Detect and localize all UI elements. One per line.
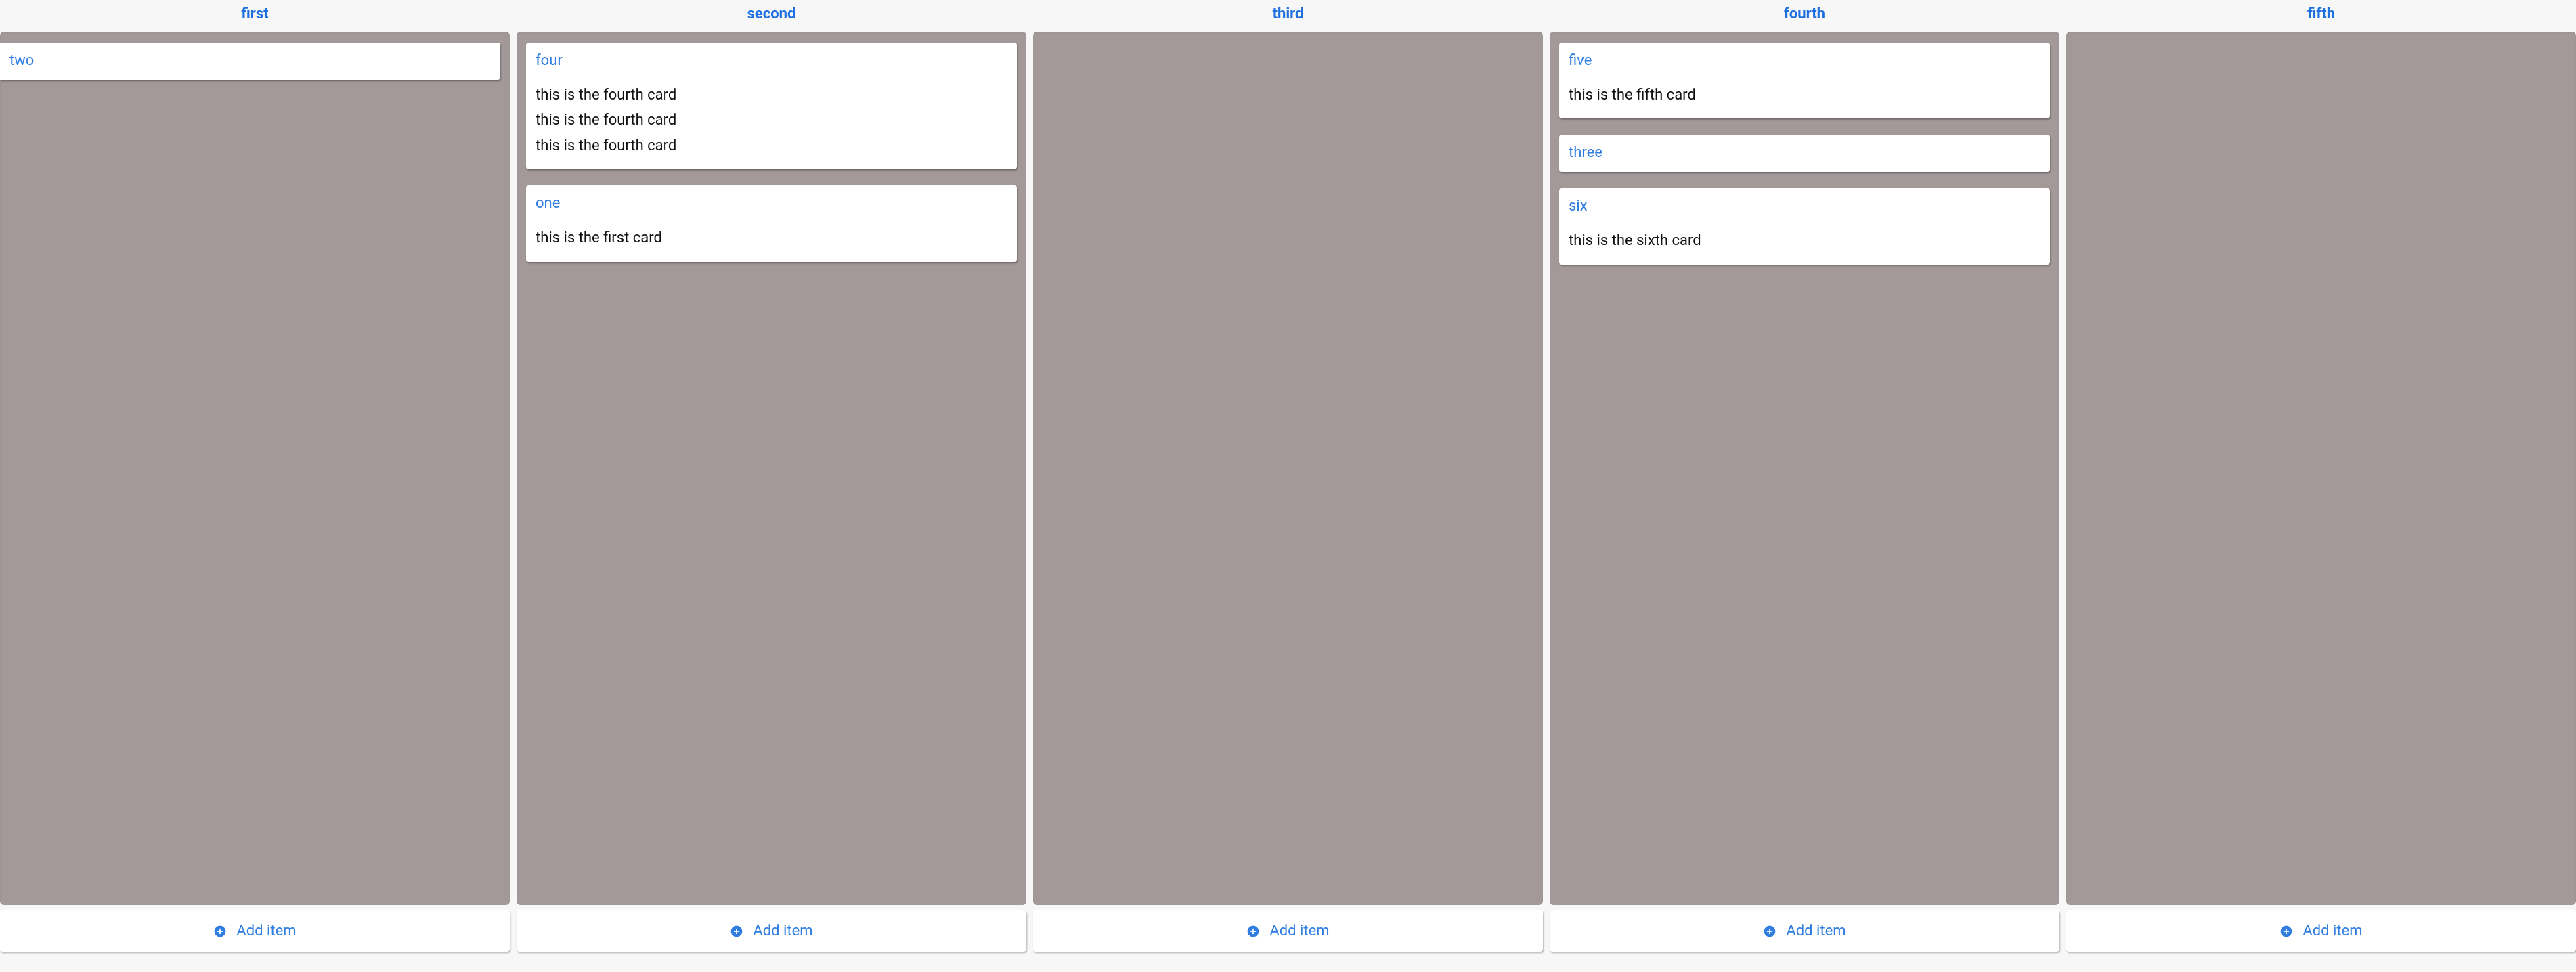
column-fourth: fourth five this is the fifth card three… bbox=[1550, 0, 2059, 952]
card-title[interactable]: five bbox=[1569, 52, 1592, 69]
add-item-button[interactable]: Add item bbox=[0, 910, 510, 952]
card[interactable]: five this is the fifth card bbox=[1559, 43, 2050, 118]
column-header[interactable]: third bbox=[1033, 0, 1543, 32]
plus-circle-icon bbox=[2279, 925, 2293, 938]
card[interactable]: six this is the sixth card bbox=[1559, 188, 2050, 264]
add-item-label: Add item bbox=[236, 923, 296, 940]
column-body[interactable]: five this is the fifth card three six th… bbox=[1550, 32, 2059, 905]
plus-circle-icon bbox=[1763, 925, 1776, 938]
card-title[interactable]: three bbox=[1569, 144, 1602, 161]
add-item-button[interactable]: Add item bbox=[1550, 910, 2059, 952]
card-body: this is the first card bbox=[536, 225, 1007, 250]
column-body[interactable] bbox=[2066, 32, 2576, 905]
card[interactable]: three bbox=[1559, 135, 2050, 172]
plus-circle-icon bbox=[1246, 925, 1260, 938]
column-header[interactable]: fifth bbox=[2066, 0, 2576, 32]
card[interactable]: two bbox=[0, 43, 500, 80]
add-item-label: Add item bbox=[1786, 923, 1846, 940]
add-item-label: Add item bbox=[753, 923, 812, 940]
column-body[interactable]: four this is the fourth card this is the… bbox=[517, 32, 1026, 905]
add-item-button[interactable]: Add item bbox=[517, 910, 1026, 952]
column-second: second four this is the fourth card this… bbox=[517, 0, 1026, 952]
add-item-button[interactable]: Add item bbox=[1033, 910, 1543, 952]
column-first: first two Add item bbox=[0, 0, 510, 952]
card-body: this is the fifth card bbox=[1569, 83, 2040, 108]
add-item-label: Add item bbox=[1269, 923, 1329, 940]
card[interactable]: four this is the fourth card this is the… bbox=[526, 43, 1017, 169]
column-third: third Add item bbox=[1033, 0, 1543, 952]
add-item-label: Add item bbox=[2302, 923, 2362, 940]
card-body: this is the sixth card bbox=[1569, 228, 2040, 253]
card-title[interactable]: two bbox=[9, 52, 34, 69]
column-body[interactable] bbox=[1033, 32, 1543, 905]
kanban-board: first two Add item second four this is t… bbox=[0, 0, 2576, 965]
card-title[interactable]: six bbox=[1569, 198, 1588, 215]
card-title[interactable]: four bbox=[536, 52, 563, 69]
column-header[interactable]: second bbox=[517, 0, 1026, 32]
card-body: this is the fourth card this is the four… bbox=[536, 83, 1007, 158]
plus-circle-icon bbox=[730, 925, 743, 938]
column-body[interactable]: two bbox=[0, 32, 510, 905]
column-fifth: fifth Add item bbox=[2066, 0, 2576, 952]
add-item-button[interactable]: Add item bbox=[2066, 910, 2576, 952]
column-header[interactable]: first bbox=[0, 0, 510, 32]
card-title[interactable]: one bbox=[536, 195, 560, 212]
column-header[interactable]: fourth bbox=[1550, 0, 2059, 32]
plus-circle-icon bbox=[213, 925, 227, 938]
card[interactable]: one this is the first card bbox=[526, 185, 1017, 261]
